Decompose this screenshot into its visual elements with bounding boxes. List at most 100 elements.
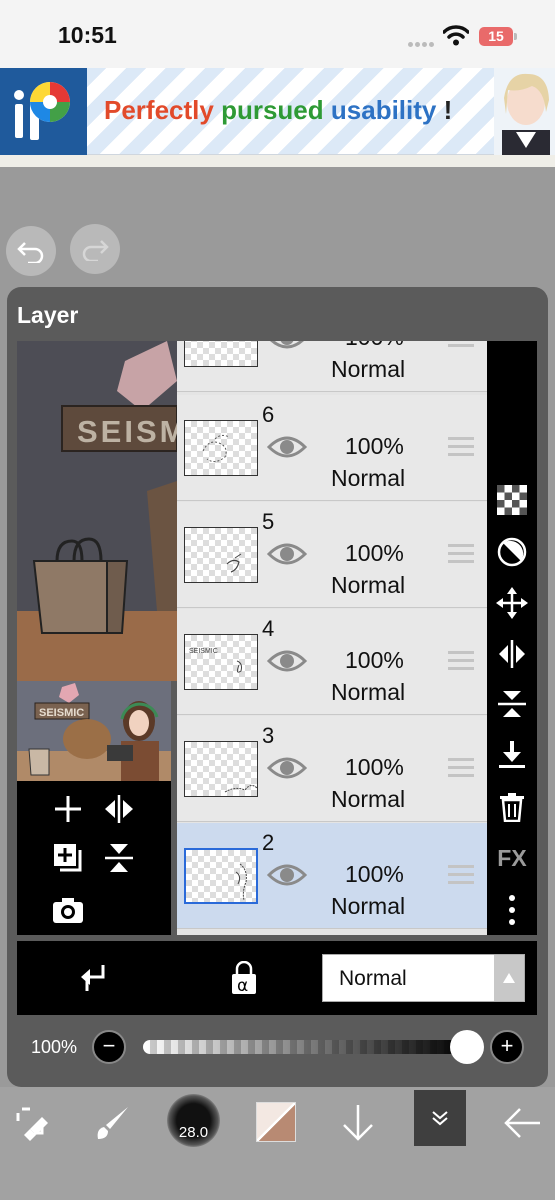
layer-row-5[interactable]: 5 100% Normal	[177, 502, 487, 608]
add-layer-button[interactable]	[48, 789, 88, 829]
layer-opacity: 100%	[345, 433, 404, 459]
layer-menu-button[interactable]	[414, 1090, 466, 1146]
flip-vertical-button[interactable]	[495, 687, 529, 721]
duplicate-layer-button[interactable]	[48, 838, 88, 878]
eye-icon[interactable]	[267, 647, 307, 675]
flip-horizontal-icon	[105, 795, 133, 823]
canvas-preview: SEISMIC	[17, 341, 177, 681]
blend-mode-select[interactable]: Normal	[322, 954, 525, 1002]
layer-row-4[interactable]: 4 SEISMIC 100% Normal	[177, 609, 487, 715]
camera-import-button[interactable]	[48, 890, 88, 930]
flip-layer-horizontal-button[interactable]	[99, 789, 139, 829]
alpha-lock-button[interactable]: α	[224, 958, 264, 998]
more-options-button[interactable]	[495, 893, 529, 927]
status-bar: 10:51 15	[0, 0, 555, 68]
flip-horizontal-button[interactable]	[495, 637, 529, 671]
brush-icon	[97, 1107, 128, 1139]
eye-icon[interactable]	[267, 540, 307, 568]
brush-tool-button[interactable]	[84, 1095, 140, 1151]
clipping-button[interactable]	[73, 958, 113, 998]
layer-row-3[interactable]: 3 100% Normal	[177, 716, 487, 822]
opacity-decrease-button[interactable]: −	[92, 1030, 126, 1064]
layer-row-6[interactable]: 6 100% Normal	[177, 395, 487, 501]
layer-number: 4	[262, 616, 275, 641]
tool-switch-button[interactable]	[4, 1095, 60, 1151]
layer-thumbnail	[184, 741, 258, 797]
panel-title: Layer	[17, 302, 79, 328]
drag-handle-icon[interactable]	[448, 758, 474, 778]
layer-row-7[interactable]: 100% Normal	[177, 341, 487, 392]
layer-row-2-selected[interactable]: 2 100% Normal	[177, 823, 487, 929]
invert-button[interactable]	[495, 535, 529, 569]
layer-number: 3	[262, 723, 275, 748]
arrow-left-icon	[504, 1108, 540, 1138]
svg-text:SEISMIC: SEISMIC	[39, 707, 84, 719]
layer-opacity: 100%	[345, 754, 404, 780]
opacity-increase-button[interactable]: +	[490, 1030, 524, 1064]
eye-icon[interactable]	[267, 861, 307, 889]
clipping-arrow-icon	[81, 965, 105, 991]
duplicate-icon	[54, 844, 82, 872]
svg-text:α: α	[237, 976, 248, 995]
eye-icon[interactable]	[267, 433, 307, 461]
ad-character-image	[494, 68, 555, 155]
more-vertical-icon	[509, 895, 515, 925]
lock-icon: α	[232, 961, 256, 995]
merge-down-button[interactable]	[495, 738, 529, 772]
trash-icon	[500, 793, 524, 822]
delete-layer-button[interactable]	[495, 790, 529, 824]
flip-layer-vertical-button[interactable]	[99, 838, 139, 878]
color-swatch-button[interactable]	[256, 1102, 296, 1142]
move-button[interactable]	[495, 586, 529, 620]
layer-side-toolbar: FX	[487, 341, 537, 935]
flip-vertical-icon	[105, 844, 133, 872]
svg-text:SEISMIC: SEISMIC	[189, 648, 218, 655]
layer-thumbnail	[184, 420, 258, 476]
drag-handle-icon[interactable]	[448, 651, 474, 671]
ad-banner[interactable]: Perfectly pursued usability !	[0, 68, 555, 155]
drag-handle-icon[interactable]	[448, 437, 474, 457]
drag-handle-icon[interactable]	[448, 341, 474, 348]
layer-list[interactable]: 100% Normal 6 100% Normal 5 100% Normal …	[177, 341, 487, 935]
brush-size-button[interactable]: 28.0	[167, 1094, 220, 1147]
ad-headline: Perfectly pursued usability !	[104, 95, 453, 125]
layer-tools	[17, 781, 171, 935]
back-button[interactable]	[494, 1095, 550, 1151]
opacity-slider-thumb[interactable]	[450, 1030, 484, 1064]
layer-opacity: 100%	[345, 861, 404, 887]
download-layer-button[interactable]	[330, 1095, 386, 1151]
brush-size-value: 28.0	[178, 1124, 209, 1141]
layer-blend-mode: Normal	[331, 572, 406, 598]
undo-button[interactable]	[6, 226, 56, 276]
layer-blend-mode: Normal	[331, 465, 406, 491]
banner-divider	[0, 155, 555, 167]
opacity-slider[interactable]	[143, 1040, 468, 1054]
drag-handle-icon[interactable]	[448, 865, 474, 885]
opacity-label: 100%	[31, 1037, 78, 1057]
canvas-thumbnail[interactable]: SEISMIC	[17, 681, 171, 781]
flip-vertical-icon	[498, 691, 526, 717]
eye-icon[interactable]	[267, 754, 307, 782]
drag-handle-icon[interactable]	[448, 544, 474, 564]
layer-thumbnail	[184, 341, 258, 367]
eye-icon[interactable]	[267, 341, 307, 352]
layer-blend-mode: Normal	[331, 679, 406, 705]
fx-button[interactable]: FX	[495, 841, 529, 875]
cellular-signal-icon	[408, 34, 436, 52]
transparent-fill-button[interactable]	[495, 483, 529, 517]
layer-number: 2	[262, 830, 275, 855]
move-arrows-icon	[496, 587, 528, 619]
layer-opacity: 100%	[345, 647, 404, 673]
sign-text: SEISMIC	[77, 414, 177, 449]
layer-opacity: 100%	[345, 540, 404, 566]
redo-button[interactable]	[70, 224, 120, 274]
layer-blend-mode: Normal	[331, 356, 406, 382]
undo-icon	[17, 242, 44, 263]
redo-icon	[82, 240, 109, 261]
layer-blend-mode: Normal	[331, 893, 406, 919]
wifi-icon	[443, 25, 469, 46]
checkerboard-icon	[497, 485, 527, 515]
arrow-down-icon	[343, 1105, 373, 1141]
layer-thumbnail	[184, 527, 258, 583]
blend-mode-value: Normal	[339, 967, 407, 990]
